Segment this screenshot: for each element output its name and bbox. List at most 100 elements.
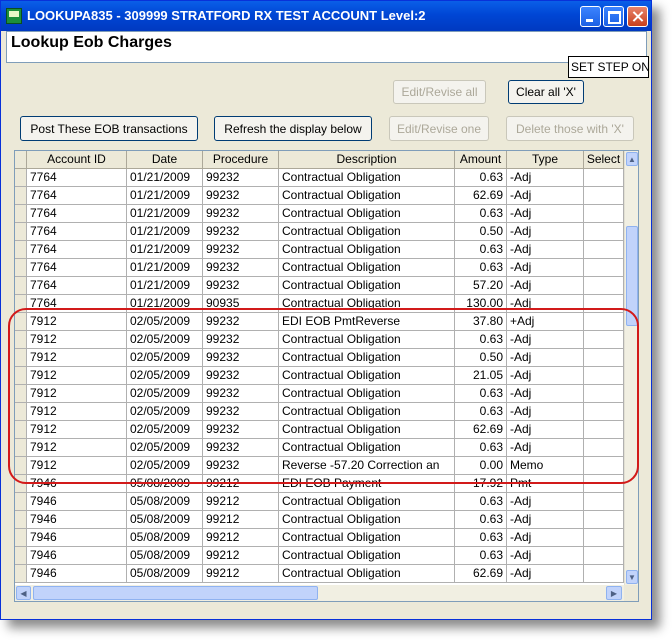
select-cell[interactable] xyxy=(584,475,624,493)
close-button[interactable] xyxy=(627,6,648,27)
table-row[interactable]: 7764 01/21/2009 99232 Contractual Obligatio… xyxy=(15,187,624,205)
table-row[interactable]: 7912 02/05/2009 99232 Contractual Obligatio… xyxy=(15,349,624,367)
select-cell[interactable] xyxy=(584,259,624,277)
select-cell[interactable] xyxy=(584,169,624,187)
table-row[interactable]: 7764 01/21/2009 99232 Contractual Obligatio… xyxy=(15,241,624,259)
row-selector[interactable] xyxy=(15,349,27,367)
vertical-scroll-thumb[interactable] xyxy=(626,226,638,326)
table-row[interactable]: 7912 02/05/2009 99232 Contractual Obligatio… xyxy=(15,385,624,403)
title-bar[interactable]: LOOKUPA835 - 309999 STRATFORD RX TEST AC… xyxy=(1,1,651,31)
column-header[interactable]: Procedure xyxy=(203,151,279,169)
edit-revise-one-button[interactable]: Edit/Revise one xyxy=(389,116,489,141)
scroll-up-icon[interactable]: ▲ xyxy=(626,152,638,166)
table-row[interactable]: 7912 02/05/2009 99232 Contractual Obligatio… xyxy=(15,403,624,421)
row-selector[interactable] xyxy=(15,385,27,403)
scroll-right-icon[interactable]: ▶ xyxy=(606,586,622,600)
column-header[interactable]: Date xyxy=(127,151,203,169)
row-selector[interactable] xyxy=(15,475,27,493)
table-row[interactable]: 7912 02/05/2009 99232 Reverse -57.20 Correc… xyxy=(15,457,624,475)
post-eob-button[interactable]: Post These EOB transactions xyxy=(20,116,198,141)
set-step-field[interactable]: SET STEP ON xyxy=(568,56,649,78)
table-row[interactable]: 7946 05/08/2009 99212 Contractual Obligatio… xyxy=(15,511,624,529)
column-header[interactable]: Type xyxy=(507,151,584,169)
select-cell[interactable] xyxy=(584,295,624,313)
select-cell[interactable] xyxy=(584,349,624,367)
row-selector[interactable] xyxy=(15,367,27,385)
procedure-cell: 99232 xyxy=(203,367,279,385)
row-selector[interactable] xyxy=(15,457,27,475)
column-header[interactable]: Account ID xyxy=(27,151,127,169)
row-selector[interactable] xyxy=(15,169,27,187)
scroll-down-icon[interactable]: ▼ xyxy=(626,570,638,584)
column-header[interactable]: Amount xyxy=(455,151,507,169)
table-row[interactable]: 7764 01/21/2009 99232 Contractual Obligatio… xyxy=(15,277,624,295)
clear-all-x-button[interactable]: Clear all 'X' xyxy=(508,80,584,104)
eob-grid[interactable]: Account ID Date Procedure Description Am… xyxy=(14,150,639,602)
procedure-cell: 99232 xyxy=(203,385,279,403)
row-selector[interactable] xyxy=(15,565,27,583)
delete-x-button[interactable]: Delete those with 'X' xyxy=(506,116,634,141)
table-row[interactable]: 7946 05/08/2009 99212 Contractual Obligatio… xyxy=(15,493,624,511)
table-row[interactable]: 7912 02/05/2009 99232 Contractual Obligatio… xyxy=(15,331,624,349)
select-cell[interactable] xyxy=(584,313,624,331)
select-cell[interactable] xyxy=(584,331,624,349)
select-cell[interactable] xyxy=(584,223,624,241)
select-cell[interactable] xyxy=(584,511,624,529)
table-row[interactable]: 7764 01/21/2009 99232 Contractual Obligatio… xyxy=(15,223,624,241)
row-selector[interactable] xyxy=(15,511,27,529)
select-cell[interactable] xyxy=(584,187,624,205)
table-row[interactable]: 7764 01/21/2009 99232 Contractual Obligatio… xyxy=(15,259,624,277)
table-row[interactable]: 7946 05/08/2009 99212 Contractual Obligatio… xyxy=(15,565,624,583)
row-selector[interactable] xyxy=(15,529,27,547)
table-row[interactable]: 7912 02/05/2009 99232 Contractual Obligatio… xyxy=(15,421,624,439)
row-selector[interactable] xyxy=(15,439,27,457)
row-selector[interactable] xyxy=(15,403,27,421)
scroll-left-icon[interactable]: ◀ xyxy=(16,586,31,600)
row-selector[interactable] xyxy=(15,313,27,331)
row-selector[interactable] xyxy=(15,493,27,511)
select-cell[interactable] xyxy=(584,565,624,583)
horizontal-scrollbar[interactable]: ◀ ▶ xyxy=(15,585,624,601)
column-header[interactable]: Description xyxy=(279,151,455,169)
table-row[interactable]: 7764 01/21/2009 90935 Contractual Obligatio… xyxy=(15,295,624,313)
select-cell[interactable] xyxy=(584,457,624,475)
table-row[interactable]: 7912 02/05/2009 99232 Contractual Obligatio… xyxy=(15,439,624,457)
select-cell[interactable] xyxy=(584,439,624,457)
row-selector[interactable] xyxy=(15,277,27,295)
table-row[interactable]: 7764 01/21/2009 99232 Contractual Obligatio… xyxy=(15,205,624,223)
table-row[interactable]: 7764 01/21/2009 99232 Contractual Obligatio… xyxy=(15,169,624,187)
vertical-scrollbar[interactable]: ▲ ▼ xyxy=(624,151,638,585)
select-cell[interactable] xyxy=(584,421,624,439)
edit-revise-all-button[interactable]: Edit/Revise all xyxy=(393,80,486,104)
refresh-button[interactable]: Refresh the display below xyxy=(214,116,372,141)
select-cell[interactable] xyxy=(584,241,624,259)
row-selector[interactable] xyxy=(15,295,27,313)
select-cell[interactable] xyxy=(584,367,624,385)
table-row[interactable]: 7912 02/05/2009 99232 EDI EOB PmtReverse 37.… xyxy=(15,313,624,331)
select-cell[interactable] xyxy=(584,547,624,565)
table-row[interactable]: 7946 05/08/2009 99212 EDI EOB Payment 17.92 P… xyxy=(15,475,624,493)
select-cell[interactable] xyxy=(584,205,624,223)
column-header[interactable]: Select xyxy=(584,151,624,169)
select-cell[interactable] xyxy=(584,403,624,421)
table-row[interactable]: 7912 02/05/2009 99232 Contractual Obligatio… xyxy=(15,367,624,385)
table-row[interactable]: 7946 05/08/2009 99212 Contractual Obligatio… xyxy=(15,547,624,565)
maximize-button[interactable] xyxy=(603,6,624,27)
row-selector[interactable] xyxy=(15,187,27,205)
select-cell[interactable] xyxy=(584,529,624,547)
row-selector[interactable] xyxy=(15,205,27,223)
row-selector[interactable] xyxy=(15,223,27,241)
procedure-cell: 99232 xyxy=(203,421,279,439)
select-cell[interactable] xyxy=(584,277,624,295)
minimize-button[interactable] xyxy=(580,6,601,27)
row-selector[interactable] xyxy=(15,259,27,277)
row-selector[interactable] xyxy=(15,547,27,565)
row-selector[interactable] xyxy=(15,331,27,349)
app-icon[interactable] xyxy=(6,8,22,24)
select-cell[interactable] xyxy=(584,493,624,511)
select-cell[interactable] xyxy=(584,385,624,403)
row-selector[interactable] xyxy=(15,421,27,439)
horizontal-scroll-thumb[interactable] xyxy=(33,586,318,600)
table-row[interactable]: 7946 05/08/2009 99212 Contractual Obligatio… xyxy=(15,529,624,547)
row-selector[interactable] xyxy=(15,241,27,259)
